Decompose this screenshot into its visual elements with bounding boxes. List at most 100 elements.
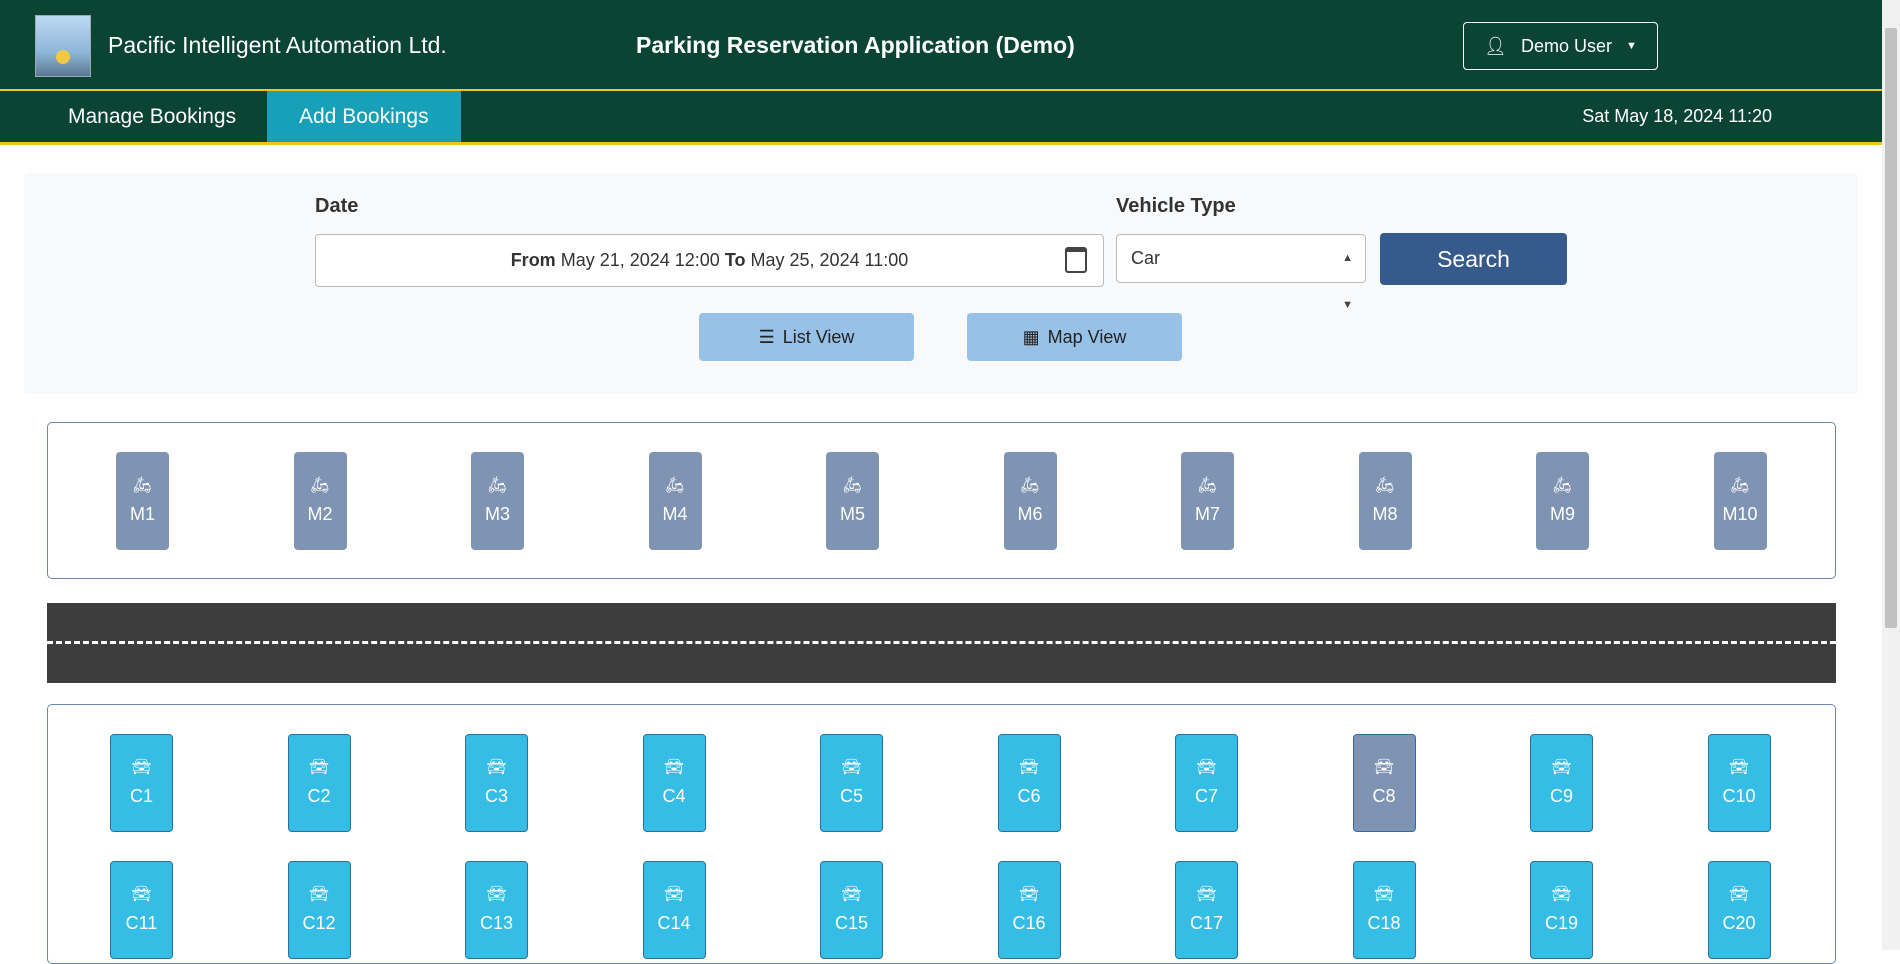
car-spot[interactable]: 🚘︎ C20 xyxy=(1707,861,1771,959)
spot-label: C7 xyxy=(1194,785,1218,806)
car-spot[interactable]: 🚘︎ C9 xyxy=(1530,734,1593,832)
car-spot[interactable]: 🚘︎ C10 xyxy=(1707,734,1771,832)
car-icon: 🚘︎ xyxy=(1551,758,1572,776)
list-icon: ☰ xyxy=(758,326,775,347)
car-zone: 🚘︎ C1 🚘︎ C2 🚘︎ C3 🚘︎ C4 🚘︎ C5 🚘︎ C6 🚘︎ C7 🚘︎ C8 🚘︎ C9 🚘︎ C1… xyxy=(47,704,1836,964)
spot-label: C9 xyxy=(1549,785,1573,806)
car-spot[interactable]: 🚘︎ C18 xyxy=(1352,861,1416,959)
vehicle-type-label: Vehicle Type xyxy=(1116,195,1236,217)
list-view-label: List View xyxy=(782,326,855,347)
spot-label: C14 xyxy=(657,912,691,933)
car-spot[interactable]: 🚘︎ C19 xyxy=(1530,861,1593,959)
motorcycle-spot[interactable]: 🛵︎ M3 xyxy=(471,452,524,550)
motorcycle-icon: 🛵︎ xyxy=(1374,476,1396,494)
car-icon: 🚘︎ xyxy=(131,885,152,903)
map-view-button[interactable]: ▦ Map View xyxy=(967,313,1182,361)
motorcycle-icon: 🛵︎ xyxy=(1019,476,1041,494)
nav-bar: Manage Bookings Add Bookings Sat May 18,… xyxy=(0,91,1882,145)
date-label: Date xyxy=(315,195,359,217)
calendar-icon[interactable] xyxy=(1065,247,1087,273)
car-spot[interactable]: 🚘︎ C7 xyxy=(1175,734,1238,832)
spot-label: M9 xyxy=(1549,503,1575,524)
user-menu-button[interactable]: 👤︎ Demo User ▼ xyxy=(1463,22,1658,70)
spot-label: C15 xyxy=(834,912,869,933)
spot-label: C16 xyxy=(1012,912,1046,933)
motorcycle-spot[interactable]: 🛵︎ M4 xyxy=(648,452,702,550)
spot-label: M6 xyxy=(1017,503,1043,524)
car-spot[interactable]: 🚘︎ C4 xyxy=(642,734,706,832)
spot-label: M5 xyxy=(839,503,865,524)
motorcycle-spot[interactable]: 🛵︎ M7 xyxy=(1181,452,1234,550)
motorcycle-spot[interactable]: 🛵︎ M6 xyxy=(1003,452,1057,550)
caret-down-icon: ▼ xyxy=(1626,40,1637,52)
scrollbar[interactable] xyxy=(1882,0,1900,950)
car-icon: 🚘︎ xyxy=(308,758,330,776)
list-view-button[interactable]: ☰ List View xyxy=(699,313,914,361)
vehicle-type-value: Car xyxy=(1131,248,1161,268)
motorcycle-spot[interactable]: 🛵︎ M10 xyxy=(1713,452,1767,550)
car-icon: 🚘︎ xyxy=(308,885,330,903)
user-icon: 👤︎ xyxy=(1484,35,1507,56)
map-view-label: Map View xyxy=(1047,326,1127,347)
spot-label: C1 xyxy=(129,785,153,806)
motorcycle-spot[interactable]: 🛵︎ M8 xyxy=(1358,452,1412,550)
lane-divider xyxy=(47,641,1836,644)
motorcycle-spot[interactable]: 🛵︎ M1 xyxy=(116,452,169,550)
car-icon: 🚘︎ xyxy=(1728,758,1750,776)
car-spot[interactable]: 🚘︎ C14 xyxy=(642,861,706,959)
tab-add-bookings[interactable]: Add Bookings xyxy=(267,91,461,142)
motorcycle-icon: 🛵︎ xyxy=(664,476,686,494)
spot-label: C4 xyxy=(662,785,686,806)
motorcycle-icon: 🛵︎ xyxy=(1729,476,1751,494)
scrollbar-thumb[interactable] xyxy=(1885,28,1897,628)
date-range-input[interactable]: From May 21, 2024 12:00 To May 25, 2024 … xyxy=(315,234,1104,287)
motorcycle-spot[interactable]: 🛵︎ M5 xyxy=(826,452,879,550)
company-logo xyxy=(35,15,91,77)
to-value: May 25, 2024 11:00 xyxy=(750,250,909,270)
car-icon: 🚘︎ xyxy=(486,758,507,776)
car-spot[interactable]: 🚘︎ C11 xyxy=(110,861,173,959)
spot-label: C3 xyxy=(484,785,508,806)
user-label: Demo User xyxy=(1520,35,1612,56)
to-word: To xyxy=(724,250,746,270)
motorcycle-spot[interactable]: 🛵︎ M9 xyxy=(1536,452,1589,550)
tab-manage-bookings[interactable]: Manage Bookings xyxy=(36,91,268,142)
car-spot[interactable]: 🚘︎ C6 xyxy=(997,734,1061,832)
car-spot[interactable]: 🚘︎ C2 xyxy=(287,734,351,832)
car-icon: 🚘︎ xyxy=(486,885,507,903)
motorcycle-icon: 🛵︎ xyxy=(487,476,508,494)
motorcycle-icon: 🛵︎ xyxy=(132,476,153,494)
spot-label: M7 xyxy=(1194,503,1220,524)
vehicle-type-select[interactable]: Car ▲ ▼ xyxy=(1116,234,1366,311)
motorcycle-zone: 🛵︎ M1 🛵︎ M2 🛵︎ M3 🛵︎ M4 🛵︎ M5 🛵︎ M6 🛵︎ M7 🛵︎ M8 🛵︎ M9 🛵︎ M1… xyxy=(47,422,1836,579)
spot-label: C18 xyxy=(1367,912,1401,933)
car-spot[interactable]: 🚘︎ C5 xyxy=(820,734,883,832)
car-icon: 🚘︎ xyxy=(1373,885,1395,903)
car-spot[interactable]: 🚘︎ C12 xyxy=(287,861,351,959)
spot-label: M8 xyxy=(1372,503,1398,524)
car-icon: 🚘︎ xyxy=(841,885,862,903)
car-spot[interactable]: 🚘︎ C13 xyxy=(465,861,528,959)
motorcycle-spot[interactable]: 🛵︎ M2 xyxy=(293,452,347,550)
spot-label: C12 xyxy=(302,912,336,933)
spot-label: M1 xyxy=(129,503,155,524)
car-spot[interactable]: 🚘︎ C3 xyxy=(465,734,528,832)
spot-label: C20 xyxy=(1722,912,1756,933)
search-button[interactable]: Search xyxy=(1380,233,1567,285)
spot-label: C11 xyxy=(125,912,158,933)
spot-label: C2 xyxy=(307,785,331,806)
car-icon: 🚘︎ xyxy=(1018,885,1040,903)
spot-label: C19 xyxy=(1544,912,1579,933)
spot-label: C8 xyxy=(1372,785,1396,806)
car-spot[interactable]: 🚘︎ C1 xyxy=(110,734,173,832)
motorcycle-icon: 🛵︎ xyxy=(1552,476,1573,494)
from-word: From xyxy=(510,250,556,270)
car-spot[interactable]: 🚘︎ C15 xyxy=(820,861,883,959)
from-value: May 21, 2024 12:00 xyxy=(560,250,720,270)
car-icon: 🚘︎ xyxy=(1196,885,1217,903)
car-spot[interactable]: 🚘︎ C8 xyxy=(1352,734,1416,832)
spot-label: M2 xyxy=(307,503,333,524)
car-spot[interactable]: 🚘︎ C16 xyxy=(997,861,1061,959)
car-spot[interactable]: 🚘︎ C17 xyxy=(1175,861,1238,959)
car-icon: 🚘︎ xyxy=(1551,885,1572,903)
